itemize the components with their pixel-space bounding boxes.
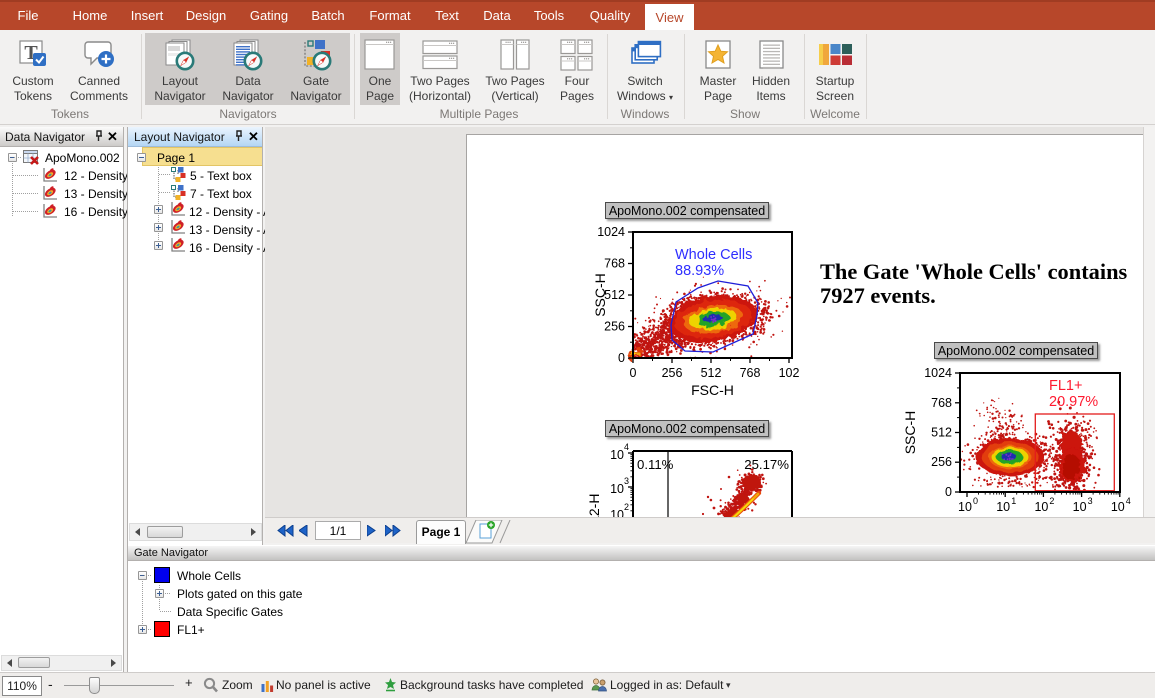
svg-text:10: 10 [1034, 500, 1048, 514]
svg-text:3: 3 [624, 476, 629, 486]
svg-text:0: 0 [618, 351, 625, 365]
svg-text:FL1+: FL1+ [1049, 378, 1082, 394]
svg-text:10: 10 [958, 500, 972, 514]
svg-text:2: 2 [624, 502, 629, 512]
svg-text:SSC-H: SSC-H [903, 411, 918, 455]
svg-text:4: 4 [624, 442, 629, 452]
svg-text:3: 3 [1088, 496, 1093, 506]
svg-text:256: 256 [931, 455, 952, 469]
svg-text:25.17%: 25.17% [744, 457, 789, 472]
svg-text:1: 1 [1011, 496, 1016, 506]
svg-text:FSC-H: FSC-H [691, 382, 734, 397]
svg-text:10: 10 [1111, 500, 1125, 514]
svg-text:FL2-H: FL2-H [586, 494, 602, 517]
svg-text:768: 768 [740, 366, 761, 380]
svg-text:102: 102 [779, 366, 800, 380]
svg-text:512: 512 [701, 366, 722, 380]
svg-text:0: 0 [945, 485, 952, 499]
svg-text:10: 10 [610, 482, 624, 496]
svg-text:512: 512 [931, 426, 952, 440]
svg-text:Whole Cells: Whole Cells [675, 247, 752, 263]
svg-text:0.11%: 0.11% [637, 457, 674, 472]
svg-text:4: 4 [1126, 496, 1131, 506]
svg-text:10: 10 [610, 508, 624, 517]
svg-text:1024: 1024 [597, 225, 625, 239]
svg-text:1024: 1024 [924, 366, 952, 380]
svg-text:20.97%: 20.97% [1049, 394, 1098, 410]
svg-text:256: 256 [604, 320, 625, 334]
svg-text:10: 10 [610, 448, 624, 462]
svg-text:10: 10 [996, 500, 1010, 514]
svg-text:88.93%: 88.93% [675, 263, 724, 279]
svg-text:2: 2 [1049, 496, 1054, 506]
svg-text:0: 0 [630, 366, 637, 380]
svg-text:10: 10 [1073, 500, 1087, 514]
svg-text:768: 768 [931, 396, 952, 410]
svg-text:SSC-H: SSC-H [595, 273, 608, 317]
svg-text:256: 256 [662, 366, 683, 380]
svg-text:0: 0 [973, 496, 978, 506]
svg-text:768: 768 [604, 257, 625, 271]
